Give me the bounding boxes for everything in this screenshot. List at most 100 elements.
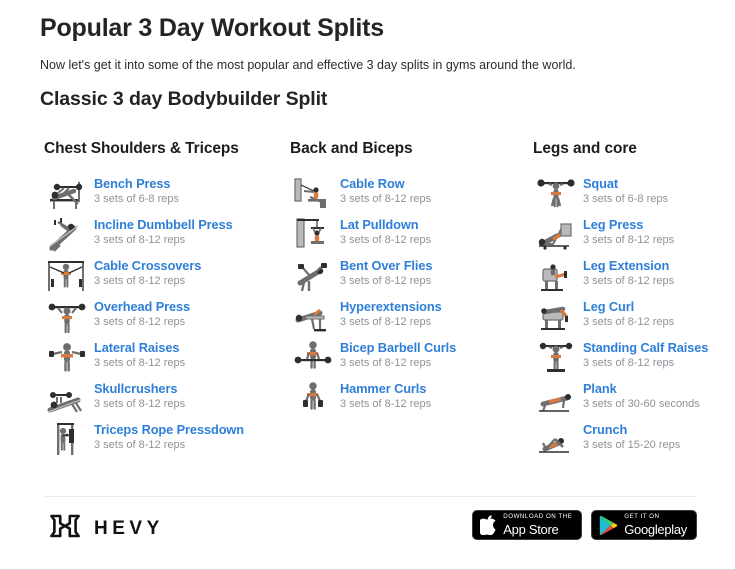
exercise-name[interactable]: Hyperextensions [340,299,520,315]
exercise-sets: 3 sets of 8-12 reps [94,357,186,369]
exercise-sets: 3 sets of 8-12 reps [583,234,675,246]
exercise-row[interactable]: Plank 3 sets of 30-60 seconds [533,377,733,418]
exercise-sets: 3 sets of 8-12 reps [340,398,432,410]
apple-logo-icon [480,515,497,535]
exercise-text: Triceps Rope Pressdown 3 sets of 8-12 rep… [90,422,284,453]
exercise-sets: 3 sets of 8-12 reps [583,275,675,287]
exercise-sets: 3 sets of 8-12 reps [94,398,186,410]
exercise-name[interactable]: Cable Crossovers [94,258,284,274]
exercise-sets: 3 sets of 6-8 reps [94,193,179,205]
exercise-sets: 3 sets of 8-12 reps [340,193,432,205]
app-store-badge[interactable]: Download on the App Store [472,510,583,540]
google-play-badge-title: Googleplay [624,523,687,536]
google-play-icon [599,515,618,536]
brand-name: HEVY [94,517,164,539]
exercise-sets: 3 sets of 8-12 reps [94,275,186,287]
hevy-logo-icon [48,513,82,544]
exercise-row[interactable]: Crunch 3 sets of 15-20 reps [533,418,733,459]
exercise-name[interactable]: Standing Calf Raises [583,340,733,356]
plank-icon [533,378,579,418]
exercise-sets: 3 sets of 8-12 reps [94,439,186,451]
exercise-row[interactable]: Incline Dumbbell Press 3 sets of 8-12 rep… [44,213,284,254]
page-footer: HEVY Download on the App Store [0,505,735,555]
bicep-barbell-curls-icon [290,337,336,377]
exercise-row[interactable]: Lat Pulldown 3 sets of 8-12 reps [290,213,520,254]
google-play-badge-eyebrow: GET IT ON [624,513,660,521]
google-play-word-google: Google [624,521,665,537]
exercise-name[interactable]: Leg Extension [583,258,733,274]
workout-column-back-biceps: Back and Biceps Cable Row 3 sets of 8-12 … [290,140,520,418]
exercise-name[interactable]: Incline Dumbbell Press [94,217,284,233]
exercise-name[interactable]: Leg Curl [583,299,733,315]
exercise-row[interactable]: Cable Crossovers 3 sets of 8-12 reps [44,254,284,295]
exercise-row[interactable]: Cable Row 3 sets of 8-12 reps [290,172,520,213]
exercise-name[interactable]: Crunch [583,422,733,438]
triceps-rope-pressdown-icon [44,419,90,459]
standing-calf-raises-icon [533,337,579,377]
exercise-sets: 3 sets of 15-20 reps [583,439,681,451]
hyperextensions-icon [290,296,336,336]
lat-pulldown-icon [290,214,336,254]
exercise-text: Bicep Barbell Curls 3 sets of 8-12 reps [336,340,520,371]
cable-row-icon [290,173,336,213]
crunch-icon [533,419,579,459]
brand-lockup: HEVY [48,513,164,544]
exercise-text: Hyperextensions 3 sets of 8-12 reps [336,299,520,330]
google-play-word-play: play [664,521,687,537]
exercise-sets: 3 sets of 8-12 reps [583,357,675,369]
exercise-text: Cable Row 3 sets of 8-12 reps [336,176,520,207]
exercise-sets: 3 sets of 8-12 reps [583,316,675,328]
exercise-name[interactable]: Lateral Raises [94,340,284,356]
page-title: Popular 3 Day Workout Splits [40,14,384,42]
overhead-press-icon [44,296,90,336]
exercise-name[interactable]: Bicep Barbell Curls [340,340,520,356]
exercise-sets: 3 sets of 8-12 reps [340,316,432,328]
exercise-row[interactable]: Leg Press 3 sets of 8-12 reps [533,213,733,254]
footer-divider [44,496,696,497]
exercise-text: Lat Pulldown 3 sets of 8-12 reps [336,217,520,248]
exercise-row[interactable]: Hammer Curls 3 sets of 8-12 reps [290,377,520,418]
exercise-row[interactable]: Overhead Press 3 sets of 8-12 reps [44,295,284,336]
exercise-name[interactable]: Squat [583,176,733,192]
exercise-text: Hammer Curls 3 sets of 8-12 reps [336,381,520,412]
exercise-name[interactable]: Cable Row [340,176,520,192]
exercise-row[interactable]: Leg Extension 3 sets of 8-12 reps [533,254,733,295]
app-store-badge-eyebrow: Download on the [503,513,573,521]
leg-curl-icon [533,296,579,336]
leg-press-icon [533,214,579,254]
exercise-name[interactable]: Bent Over Flies [340,258,520,274]
exercise-row[interactable]: Lateral Raises 3 sets of 8-12 reps [44,336,284,377]
exercise-row[interactable]: Leg Curl 3 sets of 8-12 reps [533,295,733,336]
exercise-name[interactable]: Bench Press [94,176,284,192]
exercise-name[interactable]: Plank [583,381,733,397]
section-subtitle: Classic 3 day Bodybuilder Split [40,88,328,110]
lateral-raises-icon [44,337,90,377]
exercise-name[interactable]: Overhead Press [94,299,284,315]
leg-extension-icon [533,255,579,295]
exercise-name[interactable]: Triceps Rope Pressdown [94,422,284,438]
exercise-row[interactable]: Hyperextensions 3 sets of 8-12 reps [290,295,520,336]
exercise-text: Skullcrushers 3 sets of 8-12 reps [90,381,284,412]
exercise-row[interactable]: Squat 3 sets of 6-8 reps [533,172,733,213]
bent-over-flies-icon [290,255,336,295]
exercise-text: Bent Over Flies 3 sets of 8-12 reps [336,258,520,289]
exercise-row[interactable]: Standing Calf Raises 3 sets of 8-12 reps [533,336,733,377]
exercise-text: Crunch 3 sets of 15-20 reps [579,422,733,453]
exercise-name[interactable]: Lat Pulldown [340,217,520,233]
exercise-name[interactable]: Hammer Curls [340,381,520,397]
column-heading: Legs and core [533,140,637,157]
exercise-row[interactable]: Bench Press 3 sets of 6-8 reps [44,172,284,213]
skullcrushers-icon [44,378,90,418]
exercise-name[interactable]: Leg Press [583,217,733,233]
exercise-row[interactable]: Bicep Barbell Curls 3 sets of 8-12 reps [290,336,520,377]
exercise-sets: 3 sets of 8-12 reps [340,357,432,369]
exercise-row[interactable]: Triceps Rope Pressdown 3 sets of 8-12 rep… [44,418,284,459]
exercise-row[interactable]: Skullcrushers 3 sets of 8-12 reps [44,377,284,418]
google-play-badge[interactable]: GET IT ON Googleplay [591,510,697,540]
exercise-sets: 3 sets of 8-12 reps [340,234,432,246]
exercise-text: Leg Curl 3 sets of 8-12 reps [579,299,733,330]
exercise-row[interactable]: Bent Over Flies 3 sets of 8-12 reps [290,254,520,295]
exercise-name[interactable]: Skullcrushers [94,381,284,397]
column-heading: Chest Shoulders & Triceps [44,140,239,157]
exercise-sets: 3 sets of 30-60 seconds [583,398,700,410]
